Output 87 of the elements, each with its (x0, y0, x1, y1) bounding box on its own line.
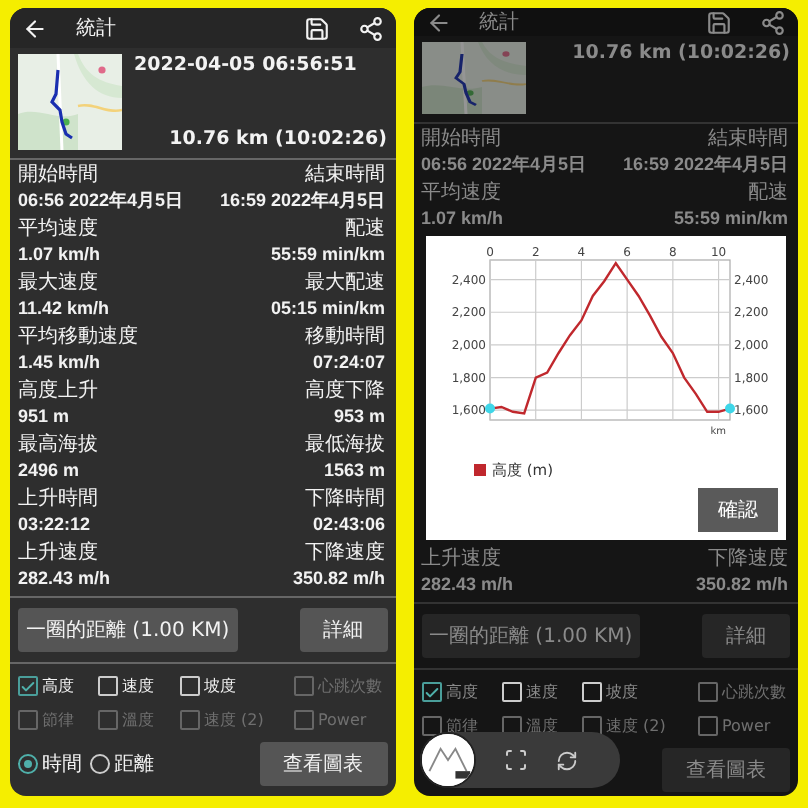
back-icon[interactable] (22, 15, 48, 41)
stat-label: 上升速度 (421, 548, 503, 572)
confirm-button[interactable]: 確認 (698, 488, 778, 532)
stat-value: 16:59 2022年4月5日 (622, 154, 788, 176)
stat-value: 06:56 2022年4月5日 (18, 190, 184, 212)
stat-label: 移動時間 (305, 326, 385, 350)
stat-label: 開始時間 (421, 128, 503, 152)
checkbox-label: Power (721, 717, 771, 735)
stat-value: 1563 m (321, 460, 385, 482)
stat-label: 高度下降 (305, 380, 385, 404)
radio-button[interactable] (18, 754, 38, 774)
save-icon[interactable] (706, 9, 732, 35)
checkbox-label: 節律 (42, 710, 74, 732)
radio-label: 距離 (114, 752, 154, 778)
screen-title: 統計 (479, 9, 521, 36)
stat-label: 配速 (343, 218, 385, 242)
scan-icon[interactable] (503, 748, 527, 772)
stat-label: 最高海拔 (18, 434, 98, 458)
stat-value: 02:43:06 (310, 514, 385, 536)
end-marker (724, 403, 734, 414)
stat-label: 最大配速 (303, 272, 385, 296)
stat-value: 282.43 m/h (421, 574, 514, 596)
stat-value: 2496 m (18, 460, 82, 482)
checkbox-label: 坡度 (606, 681, 639, 704)
stat-label: 下降時間 (305, 488, 385, 512)
stat-value: 350.82 m/h (292, 568, 385, 590)
start-marker (484, 403, 494, 414)
screen-title: 統計 (76, 15, 118, 42)
track-date: 2022-04-05 06:56:51 (134, 54, 359, 76)
stat-label: 平均速度 (421, 182, 503, 206)
checkbox-label: 高度 (42, 675, 74, 698)
stat-value: 11.42 km/h (18, 298, 110, 320)
stat-value: 1.07 km/h (421, 208, 504, 230)
view-chart-button[interactable]: 查看圖表 (259, 742, 387, 786)
stat-label: 上升速度 (18, 542, 100, 566)
stat-label: 下降速度 (303, 542, 385, 566)
stat-value: 03:22:12 (18, 514, 93, 536)
stat-value: 282.43 m/h (18, 568, 111, 590)
details-button[interactable]: 詳細 (299, 608, 387, 652)
share-icon[interactable] (760, 9, 786, 35)
details-button[interactable]: 詳細 (702, 614, 790, 658)
checkbox-label: 心跳次數 (721, 681, 786, 704)
stat-value: 951 m (18, 406, 72, 428)
checkbox-label: 溫度 (122, 709, 155, 732)
stat-value: 1.07 km/h (18, 244, 101, 266)
checkbox-label: 節律 (445, 716, 477, 738)
stat-value: 55:59 min/km (673, 208, 788, 230)
stat-value: 55:59 min/km (270, 244, 385, 266)
checkbox[interactable] (18, 676, 38, 696)
radio-label: 時間 (42, 751, 82, 778)
stat-label: 最低海拔 (305, 434, 385, 458)
stat-label: 平均移動速度 (18, 326, 138, 350)
checkbox[interactable] (421, 682, 441, 702)
checkbox-label: 速度 (122, 675, 155, 698)
track-distance: 10.76 km (10:02:26) (572, 42, 790, 64)
stat-label: 平均速度 (18, 218, 100, 242)
lap-distance-button[interactable]: 一圈的距離 (1.00 KM) (421, 614, 641, 658)
stat-label: 結束時間 (303, 164, 385, 188)
rotate-icon[interactable] (555, 749, 577, 771)
stat-label: 下降速度 (706, 548, 788, 572)
stat-label: 配速 (746, 182, 788, 206)
stat-value: 350.82 m/h (695, 574, 788, 596)
stat-label: 上升時間 (18, 488, 98, 512)
checkbox-label: 坡度 (203, 675, 236, 698)
stat-label: 最大速度 (18, 272, 100, 296)
view-chart-button[interactable]: 查看圖表 (662, 748, 790, 792)
stat-value: 05:15 min/km (270, 298, 385, 320)
stat-value: 1.45 km/h (18, 352, 103, 374)
checkbox-label: 速度 (2) (606, 715, 667, 738)
stat-value: 16:59 2022年4月5日 (219, 190, 385, 212)
stat-value: 953 m (331, 406, 385, 428)
radio-button[interactable] (90, 754, 110, 774)
checkbox-label: 高度 (445, 681, 477, 704)
legend-swatch (473, 464, 485, 476)
stat-value: 06:56 2022年4月5日 (421, 154, 587, 176)
stat-label: 開始時間 (18, 164, 100, 188)
checkbox-label: 速度 (2) (203, 709, 264, 732)
track-distance: 10.76 km (10:02:26) (169, 128, 387, 150)
stat-label: 結束時間 (706, 128, 788, 152)
back-icon[interactable] (425, 9, 451, 35)
stat-value: 07:24:07 (310, 352, 385, 374)
stat-label: 高度上升 (18, 380, 98, 404)
checkbox-label: 速度 (525, 681, 558, 704)
lap-distance-button[interactable]: 一圈的距離 (1.00 KM) (18, 608, 238, 652)
share-icon[interactable] (357, 15, 383, 41)
checkbox-label: Power (318, 711, 368, 729)
checkbox-label: 心跳次數 (318, 675, 383, 698)
